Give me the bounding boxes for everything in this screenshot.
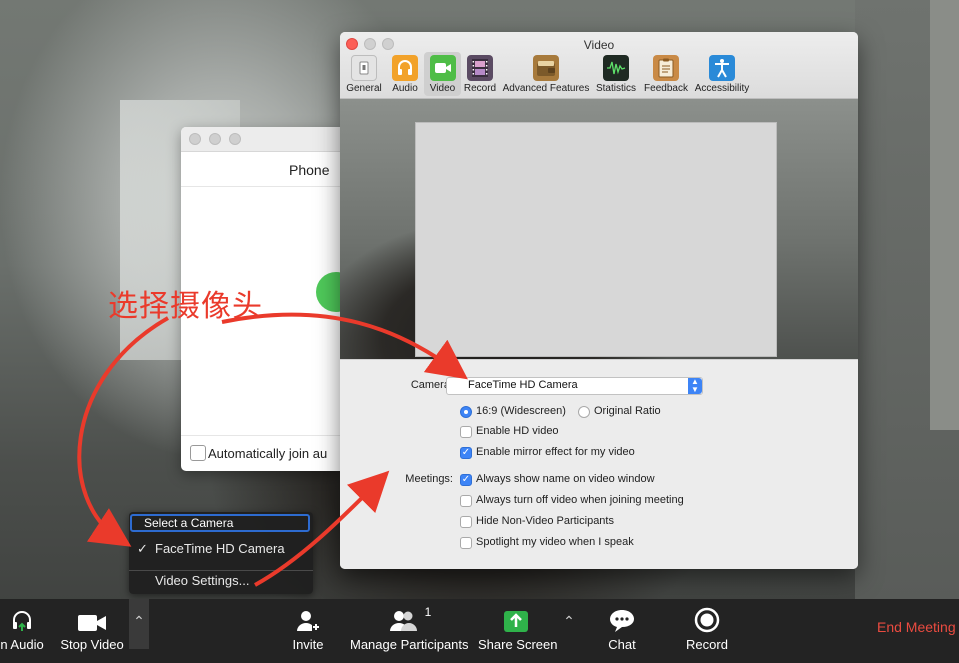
auto-join-label: Automatically join au <box>208 446 328 461</box>
phone-dialog-title: Phone <box>289 162 330 178</box>
spotlight-label: Spotlight my video when I speak <box>476 536 634 548</box>
divider <box>129 570 313 571</box>
call-button[interactable] <box>316 272 341 312</box>
close-button[interactable] <box>189 133 201 145</box>
checkmark-icon: ✓ <box>137 541 148 556</box>
invite-button[interactable]: Invite <box>288 599 328 663</box>
tab-accessibility[interactable]: Accessibility <box>692 52 752 96</box>
camera-menu: Select a Camera ✓ FaceTime HD Camera Vid… <box>129 512 313 594</box>
tab-general[interactable]: General <box>345 52 383 96</box>
annotation-text: 选择摄像头 <box>108 290 263 323</box>
background-door <box>930 0 959 430</box>
participant-count: 1 <box>424 605 432 619</box>
camera-label: Camera: <box>410 379 453 391</box>
headphones-icon <box>0 599 44 633</box>
participants-icon: 1 <box>350 599 468 633</box>
window-titlebar: Video General Audio Video Record Advance… <box>340 32 858 99</box>
headphones-icon <box>392 55 418 81</box>
tab-statistics[interactable]: Statistics <box>593 52 639 96</box>
divider <box>181 186 341 187</box>
general-icon <box>351 55 377 81</box>
chevron-up-icon: ⌃ <box>563 613 575 629</box>
camera-menu-header: Select a Camera <box>130 514 310 532</box>
minimize-button[interactable] <box>209 133 221 145</box>
share-screen-icon <box>478 599 554 633</box>
join-audio-button[interactable]: n Audio <box>0 599 44 663</box>
hide-non-video-label: Hide Non-Video Participants <box>476 515 614 527</box>
share-options-caret[interactable]: ⌃ <box>559 599 579 649</box>
clipboard-icon <box>653 55 679 81</box>
share-screen-button[interactable]: Share Screen <box>478 599 558 663</box>
tab-advanced-features[interactable]: Advanced Features <box>502 52 590 96</box>
ratio-widescreen-label: 16:9 (Widescreen) <box>476 405 566 417</box>
end-meeting-button[interactable]: End Meeting <box>877 619 956 635</box>
camera-option-facetime[interactable]: FaceTime HD Camera <box>155 541 285 556</box>
divider <box>181 435 341 436</box>
tab-audio[interactable]: Audio <box>388 52 422 96</box>
video-settings-menu-item[interactable]: Video Settings... <box>155 573 249 588</box>
tab-video[interactable]: Video <box>424 52 461 96</box>
spotlight-checkbox[interactable] <box>460 537 472 549</box>
tab-record[interactable]: Record <box>463 52 497 96</box>
stop-video-button[interactable]: Stop Video <box>58 599 126 663</box>
turn-off-video-label: Always turn off video when joining meeti… <box>476 494 684 506</box>
hide-non-video-checkbox[interactable] <box>460 516 472 528</box>
camera-select[interactable]: FaceTime HD Camera ▲ ▼ <box>446 377 703 395</box>
chevron-up-icon: ⌃ <box>133 613 145 629</box>
waveform-icon <box>603 55 629 81</box>
film-strip-icon <box>467 55 493 81</box>
video-preview <box>415 122 777 357</box>
tab-feedback[interactable]: Feedback <box>642 52 690 96</box>
video-preview-area <box>340 99 858 359</box>
ratio-widescreen-radio[interactable] <box>460 406 472 418</box>
turn-off-video-checkbox[interactable] <box>460 495 472 507</box>
zoom-button[interactable] <box>229 133 241 145</box>
always-show-name-checkbox[interactable]: ✓ <box>460 474 472 486</box>
meetings-label: Meetings: <box>405 473 453 485</box>
chat-button[interactable]: Chat <box>602 599 642 663</box>
manage-participants-button[interactable]: 1 Manage Participants <box>350 599 469 663</box>
window-title: Video <box>583 38 615 52</box>
record-button[interactable]: Record <box>684 599 730 663</box>
camera-select-value: FaceTime HD Camera <box>468 379 578 391</box>
wallet-icon <box>533 55 559 81</box>
always-show-name-label: Always show name on video window <box>476 473 655 485</box>
record-icon <box>684 599 730 633</box>
enable-hd-label: Enable HD video <box>476 425 559 437</box>
mirror-label: Enable mirror effect for my video <box>476 446 635 458</box>
video-camera-icon <box>58 599 126 633</box>
chevron-up-down-icon: ▲ ▼ <box>688 378 702 394</box>
auto-join-checkbox[interactable] <box>190 445 206 461</box>
chat-bubble-icon <box>602 599 642 633</box>
ratio-original-radio[interactable] <box>578 406 590 418</box>
meeting-toolbar: n Audio Stop Video ⌃ Invite 1 Manage Par… <box>0 599 959 663</box>
mirror-checkbox[interactable]: ✓ <box>460 447 472 459</box>
video-settings-panel: Camera: FaceTime HD Camera ▲ ▼ 16:9 (Wide… <box>340 359 858 569</box>
ratio-original-label: Original Ratio <box>594 405 661 417</box>
enable-hd-checkbox[interactable] <box>460 426 472 438</box>
add-user-icon <box>288 599 328 633</box>
video-settings-window: Video General Audio Video Record Advance… <box>340 32 858 569</box>
video-camera-icon <box>429 55 456 81</box>
phone-dialog-titlebar <box>181 127 341 152</box>
video-options-caret[interactable]: ⌃ <box>129 599 149 649</box>
accessibility-icon <box>709 55 735 81</box>
